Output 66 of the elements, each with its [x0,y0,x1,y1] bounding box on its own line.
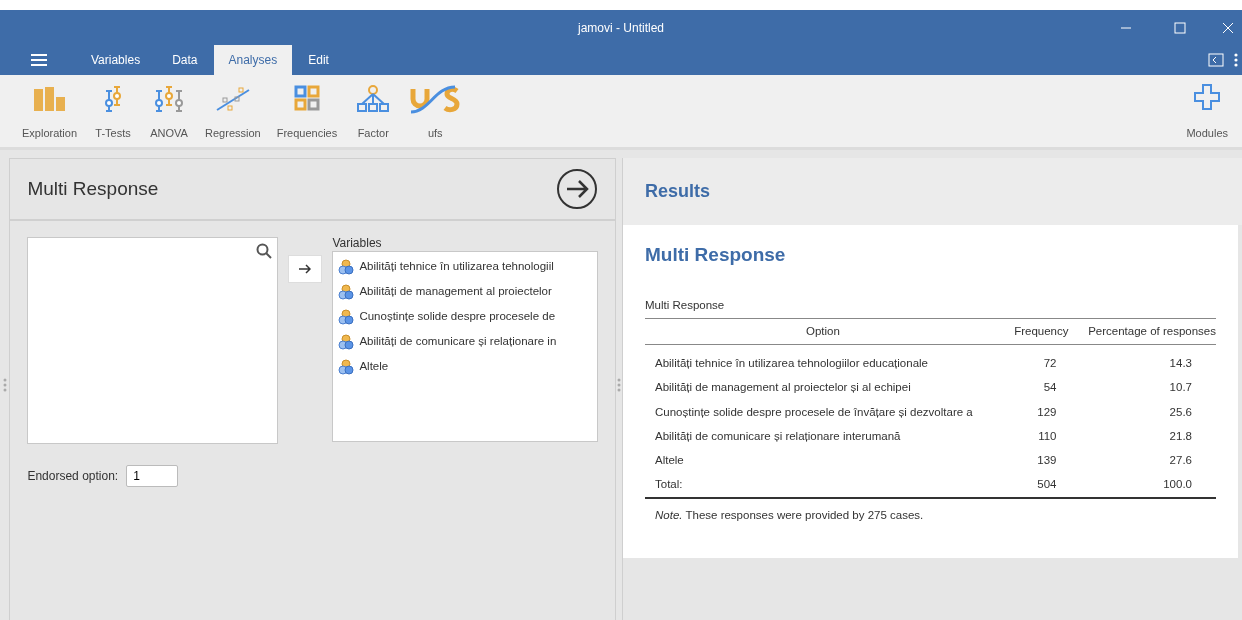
variable-item[interactable]: Altele [338,356,593,377]
variables-list[interactable]: Abilități tehnice în utilizarea tehnologiil Abilități de management al proiectelor Cunoștințe solide despre procesele de Abilități de comunicare și relaționare in Altele [332,251,599,442]
toolbar-button[interactable]: ANOVA [141,81,198,141]
table-cell-text: Cunoștințe solide despre procesele de învățare și dezvoltare a [654,404,974,420]
panel-toggle-icon[interactable] [1208,53,1224,67]
toolbar-button[interactable]: Frequencies [268,81,346,141]
table-cell: 14.3 [1068,344,1216,376]
table-cell-text: 25.6 [1168,404,1193,420]
variable-icon [338,358,355,375]
move-button[interactable] [288,255,323,283]
window-title: jamovi - Untitled [578,19,664,37]
toolbar-button[interactable]: Factor [345,81,402,141]
variable-item[interactable]: Abilități tehnice în utilizarea tehnologiil [338,256,593,277]
table-cell-text: Abilități de comunicare și relaționare interumană [654,428,902,444]
table-cell: Total: [645,472,1001,498]
table-caption: Multi Response [645,297,726,313]
variable-item[interactable]: Abilități de management al proiectelor [338,281,593,302]
results-title: Multi Response [645,243,787,267]
column-header: Percentage of responses [1068,318,1216,345]
tab[interactable]: Data [156,45,214,75]
endorsed-option-field[interactable]: 1 [126,465,179,487]
plus-icon [1193,83,1222,111]
analysis-title: Multi Response [27,176,159,201]
table-cell: 72 [1000,344,1069,376]
tab[interactable]: Analyses [213,45,293,75]
variable-icon [338,333,355,350]
maximize-icon[interactable] [1174,21,1186,34]
table-cell-text: 54 [1042,380,1058,396]
tab[interactable]: Edit [292,45,345,75]
variable-item[interactable]: Abilități de comunicare și relaționare in [338,331,593,352]
variables-label: Variables [332,236,383,251]
tab[interactable]: Variables [75,45,157,75]
arrow-circle-icon[interactable] [556,168,599,210]
toolbar-button[interactable]: Regression [197,81,269,141]
table-cell-text: 27.6 [1168,453,1193,468]
table-cell-text: Abilități de management al proiectelor și al echipei [654,380,912,396]
more-icon[interactable] [1234,53,1238,67]
modules-button[interactable]: Modules [1186,81,1228,141]
toolbar-button[interactable]: Exploration [14,81,86,141]
logo-icon [409,83,462,115]
results-heading: Results [645,180,711,203]
variable-icon [338,283,355,300]
table-note: Note. These responses were provided by 275 cases. [654,507,925,523]
column-header: Option [645,318,1001,345]
column-header: Frequency [1000,318,1069,345]
table-cell-text: Altele [654,453,685,468]
variable-icon [338,258,355,275]
toolbar-button[interactable]: ufs [401,81,470,141]
variable-item[interactable]: Cunoștințe solide despre procesele de [338,306,593,327]
table-cell: 504 [1000,472,1069,498]
arrow-right-icon [299,264,312,274]
endorsed-option-label: Endorsed option: [27,468,119,485]
table-cell: Abilități tehnice în utilizarea tehnologiilor educaționale [645,344,1001,376]
variable-icon [338,308,355,325]
close-icon[interactable] [1222,21,1234,34]
table-cell-text: 21.8 [1168,428,1193,444]
table-cell-text: 10.7 [1168,380,1193,396]
table-cell-text: 129 [1036,404,1058,420]
table-cell: 100.0 [1068,472,1216,498]
toolbar-button[interactable]: T-Tests [85,81,142,141]
table-cell-text: 110 [1037,428,1058,444]
menu-icon[interactable] [31,54,47,66]
table-cell-text: 139 [1036,453,1058,468]
splitter-handle[interactable] [2,378,7,392]
search-icon[interactable] [256,243,273,259]
splitter-handle[interactable] [617,378,622,392]
